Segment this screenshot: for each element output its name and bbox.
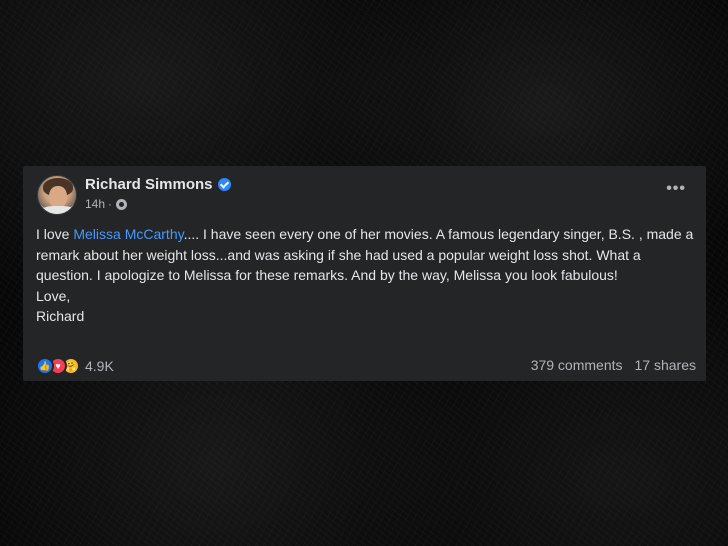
reactions-summary[interactable]: 👍 ♥ 🤗 4.9K: [36, 357, 114, 375]
like-icon: 👍: [36, 357, 54, 375]
meta-separator: ·: [108, 197, 113, 211]
author-avatar[interactable]: [37, 175, 77, 215]
post-text-start: I love: [36, 226, 74, 242]
avatar-face: [49, 186, 67, 208]
post-timestamp[interactable]: 14h: [85, 197, 105, 211]
author-row: Richard Simmons: [85, 176, 231, 193]
mention-link[interactable]: Melissa McCarthy: [73, 226, 183, 242]
reaction-count: 4.9K: [85, 358, 114, 374]
verified-badge-icon: [217, 178, 231, 191]
author-name[interactable]: Richard Simmons: [85, 176, 213, 193]
post-signature: Richard: [36, 308, 85, 324]
more-options-icon[interactable]: •••: [666, 181, 686, 197]
facebook-post: Richard Simmons 14h · ••• I love Melissa…: [23, 166, 706, 381]
post-closing: Love,: [36, 287, 71, 304]
comments-count[interactable]: 379 comments: [531, 357, 623, 373]
shares-count[interactable]: 17 shares: [635, 357, 696, 373]
post-body: I love Melissa McCarthy.... I have seen …: [36, 224, 696, 327]
post-meta: 14h ·: [85, 197, 128, 211]
avatar-shirt: [40, 206, 76, 214]
globe-icon[interactable]: [116, 198, 128, 210]
post-stats: 379 comments 17 shares: [531, 357, 696, 373]
